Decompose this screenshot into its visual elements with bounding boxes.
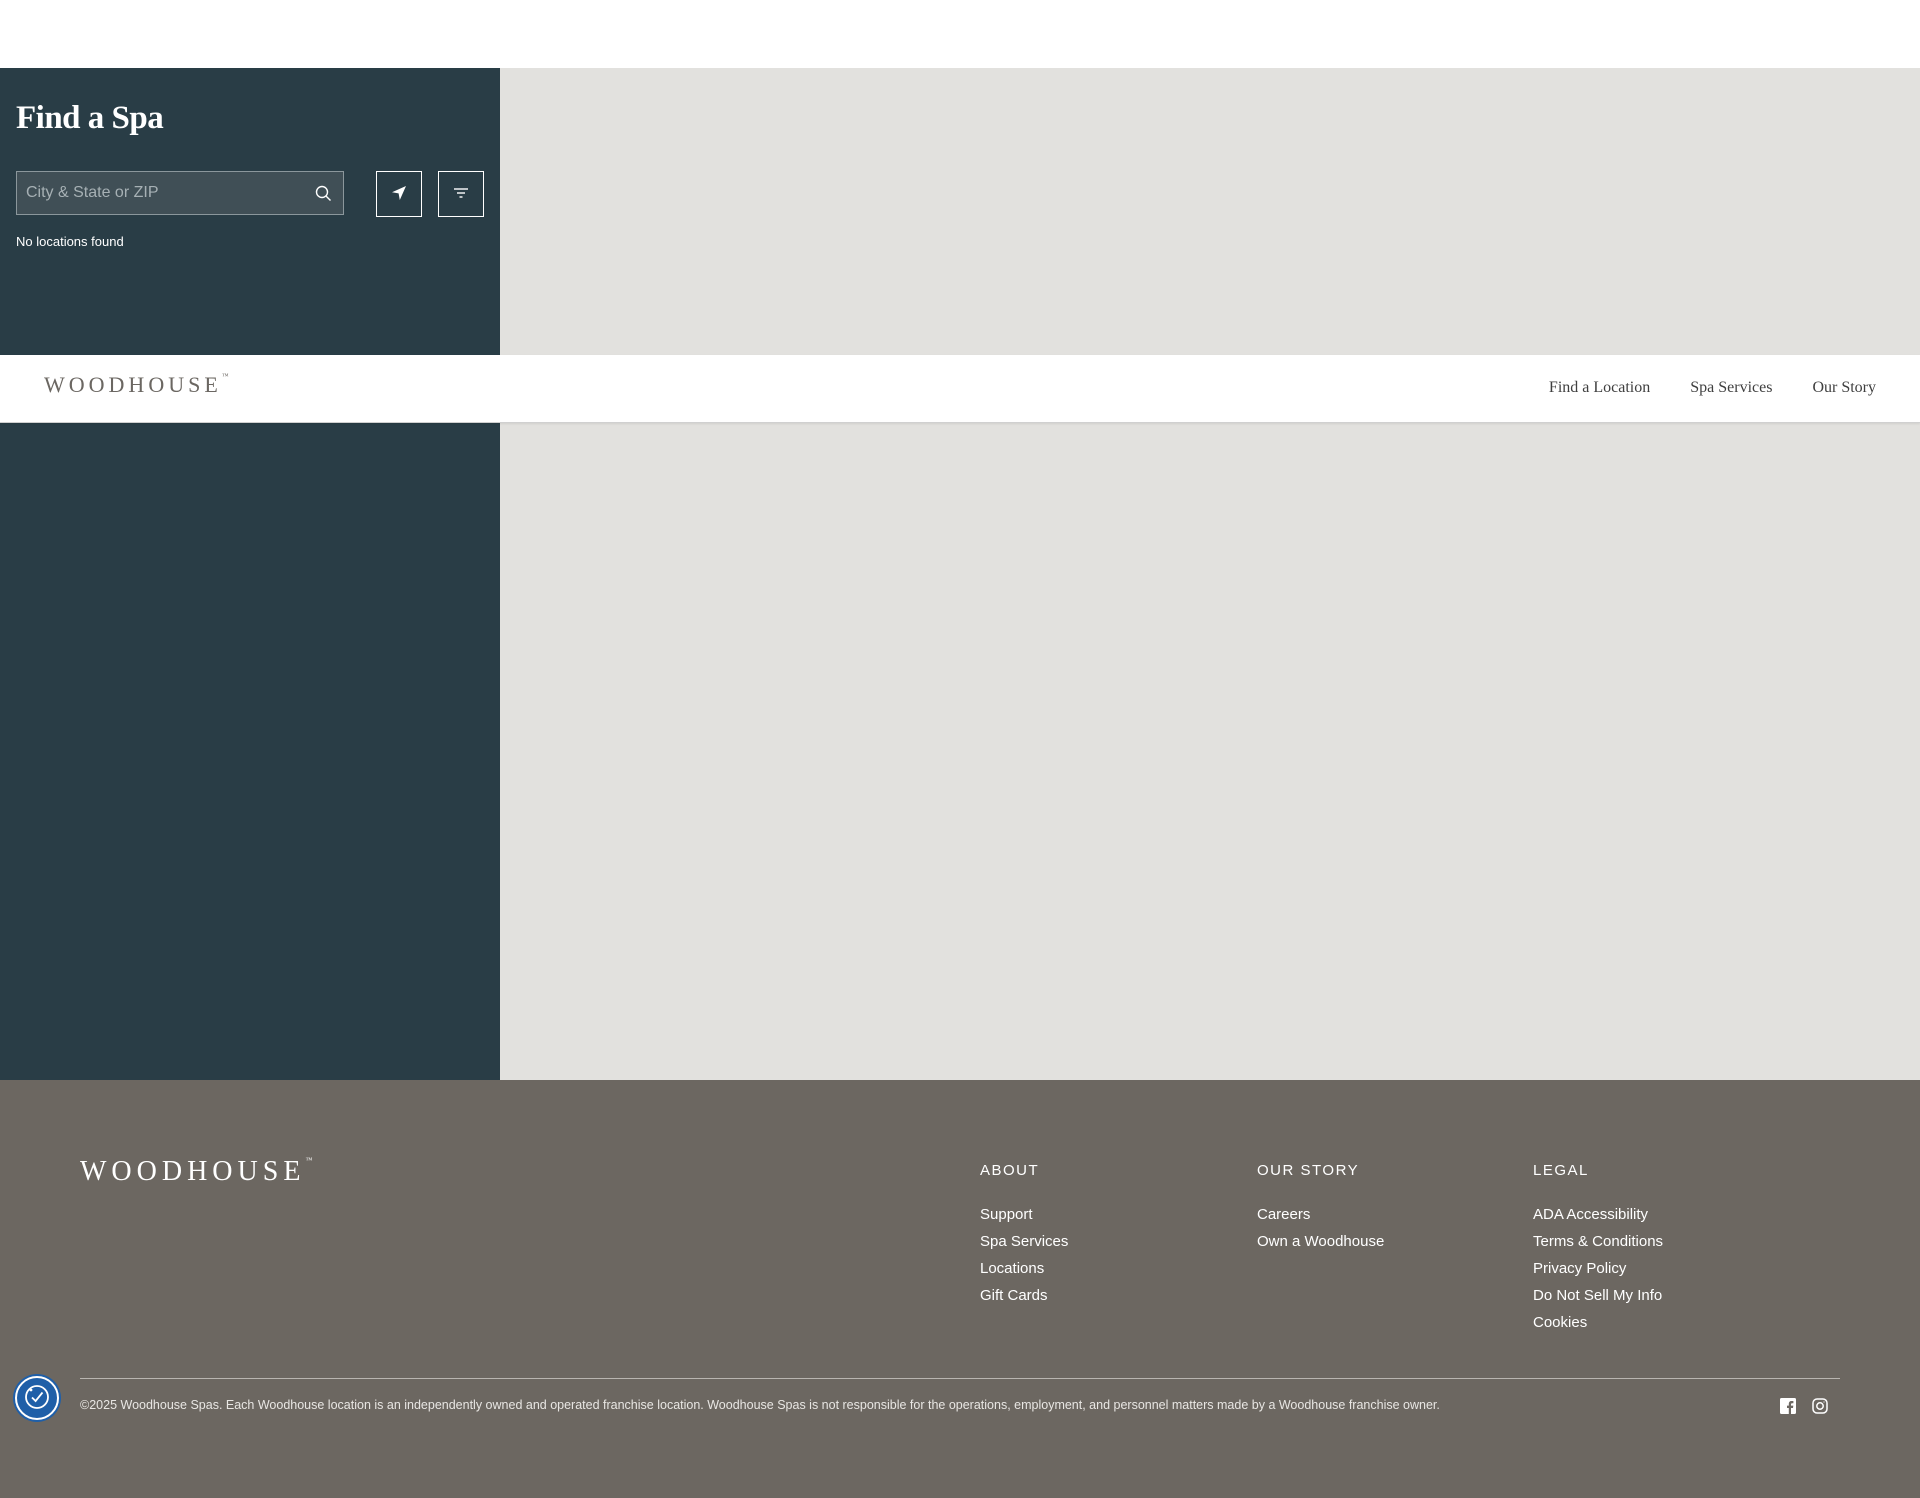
location-search-input[interactable]	[17, 172, 303, 214]
nav-logo[interactable]: WOODHOUSE™	[44, 372, 229, 398]
footer-column-our-story: OUR STORY Careers Own a Woodhouse	[1257, 1162, 1384, 1255]
footer-column-legal: LEGAL ADA Accessibility Terms & Conditio…	[1533, 1162, 1663, 1336]
nav-links: Find a Location Spa Services Our Story	[1549, 379, 1876, 397]
map-area[interactable]	[500, 68, 1920, 1080]
footer-link-do-not-sell[interactable]: Do Not Sell My Info	[1533, 1282, 1663, 1309]
accessibility-icon	[22, 1382, 52, 1415]
footer-heading-our-story: OUR STORY	[1257, 1162, 1360, 1179]
search-box	[16, 171, 344, 215]
footer-link-own-a-woodhouse[interactable]: Own a Woodhouse	[1257, 1228, 1384, 1255]
nav-link-spa-services[interactable]: Spa Services	[1690, 379, 1772, 397]
footer-link-privacy-policy[interactable]: Privacy Policy	[1533, 1255, 1663, 1282]
accessibility-widget-button[interactable]	[15, 1376, 59, 1420]
filter-button[interactable]	[438, 171, 484, 217]
footer-divider	[80, 1378, 1840, 1379]
footer-link-careers[interactable]: Careers	[1257, 1201, 1384, 1228]
nav-link-find-a-location[interactable]: Find a Location	[1549, 379, 1650, 397]
footer-link-support[interactable]: Support	[980, 1201, 1068, 1228]
site-navbar: WOODHOUSE™ Find a Location Spa Services …	[0, 355, 1920, 423]
facebook-icon[interactable]	[1779, 1397, 1797, 1415]
finder-title: Find a Spa	[16, 100, 164, 136]
location-arrow-icon	[391, 185, 407, 204]
footer-link-spa-services[interactable]: Spa Services	[980, 1228, 1068, 1255]
footer-heading-legal: LEGAL	[1533, 1162, 1589, 1179]
filter-icon	[453, 187, 469, 202]
search-icon[interactable]	[303, 172, 343, 214]
use-my-location-button[interactable]	[376, 171, 422, 217]
footer-heading-about: ABOUT	[980, 1162, 1040, 1179]
location-finder-panel	[0, 68, 500, 1080]
footer-link-ada-accessibility[interactable]: ADA Accessibility	[1533, 1201, 1663, 1228]
nav-link-our-story[interactable]: Our Story	[1812, 379, 1876, 397]
footer-link-gift-cards[interactable]: Gift Cards	[980, 1282, 1068, 1309]
instagram-icon[interactable]	[1811, 1397, 1829, 1415]
copyright-text: ©2025 Woodhouse Spas. Each Woodhouse loc…	[80, 1398, 1440, 1412]
top-blank-bar	[0, 0, 1920, 68]
footer-column-about: ABOUT Support Spa Services Locations Gif…	[980, 1162, 1068, 1309]
no-results-message: No locations found	[16, 234, 124, 249]
footer-logo[interactable]: WOODHOUSE™	[80, 1156, 312, 1188]
site-footer: WOODHOUSE™ ABOUT Support Spa Services Lo…	[0, 1080, 1920, 1498]
footer-link-terms-conditions[interactable]: Terms & Conditions	[1533, 1228, 1663, 1255]
footer-link-cookies[interactable]: Cookies	[1533, 1309, 1663, 1336]
footer-link-locations[interactable]: Locations	[980, 1255, 1068, 1282]
